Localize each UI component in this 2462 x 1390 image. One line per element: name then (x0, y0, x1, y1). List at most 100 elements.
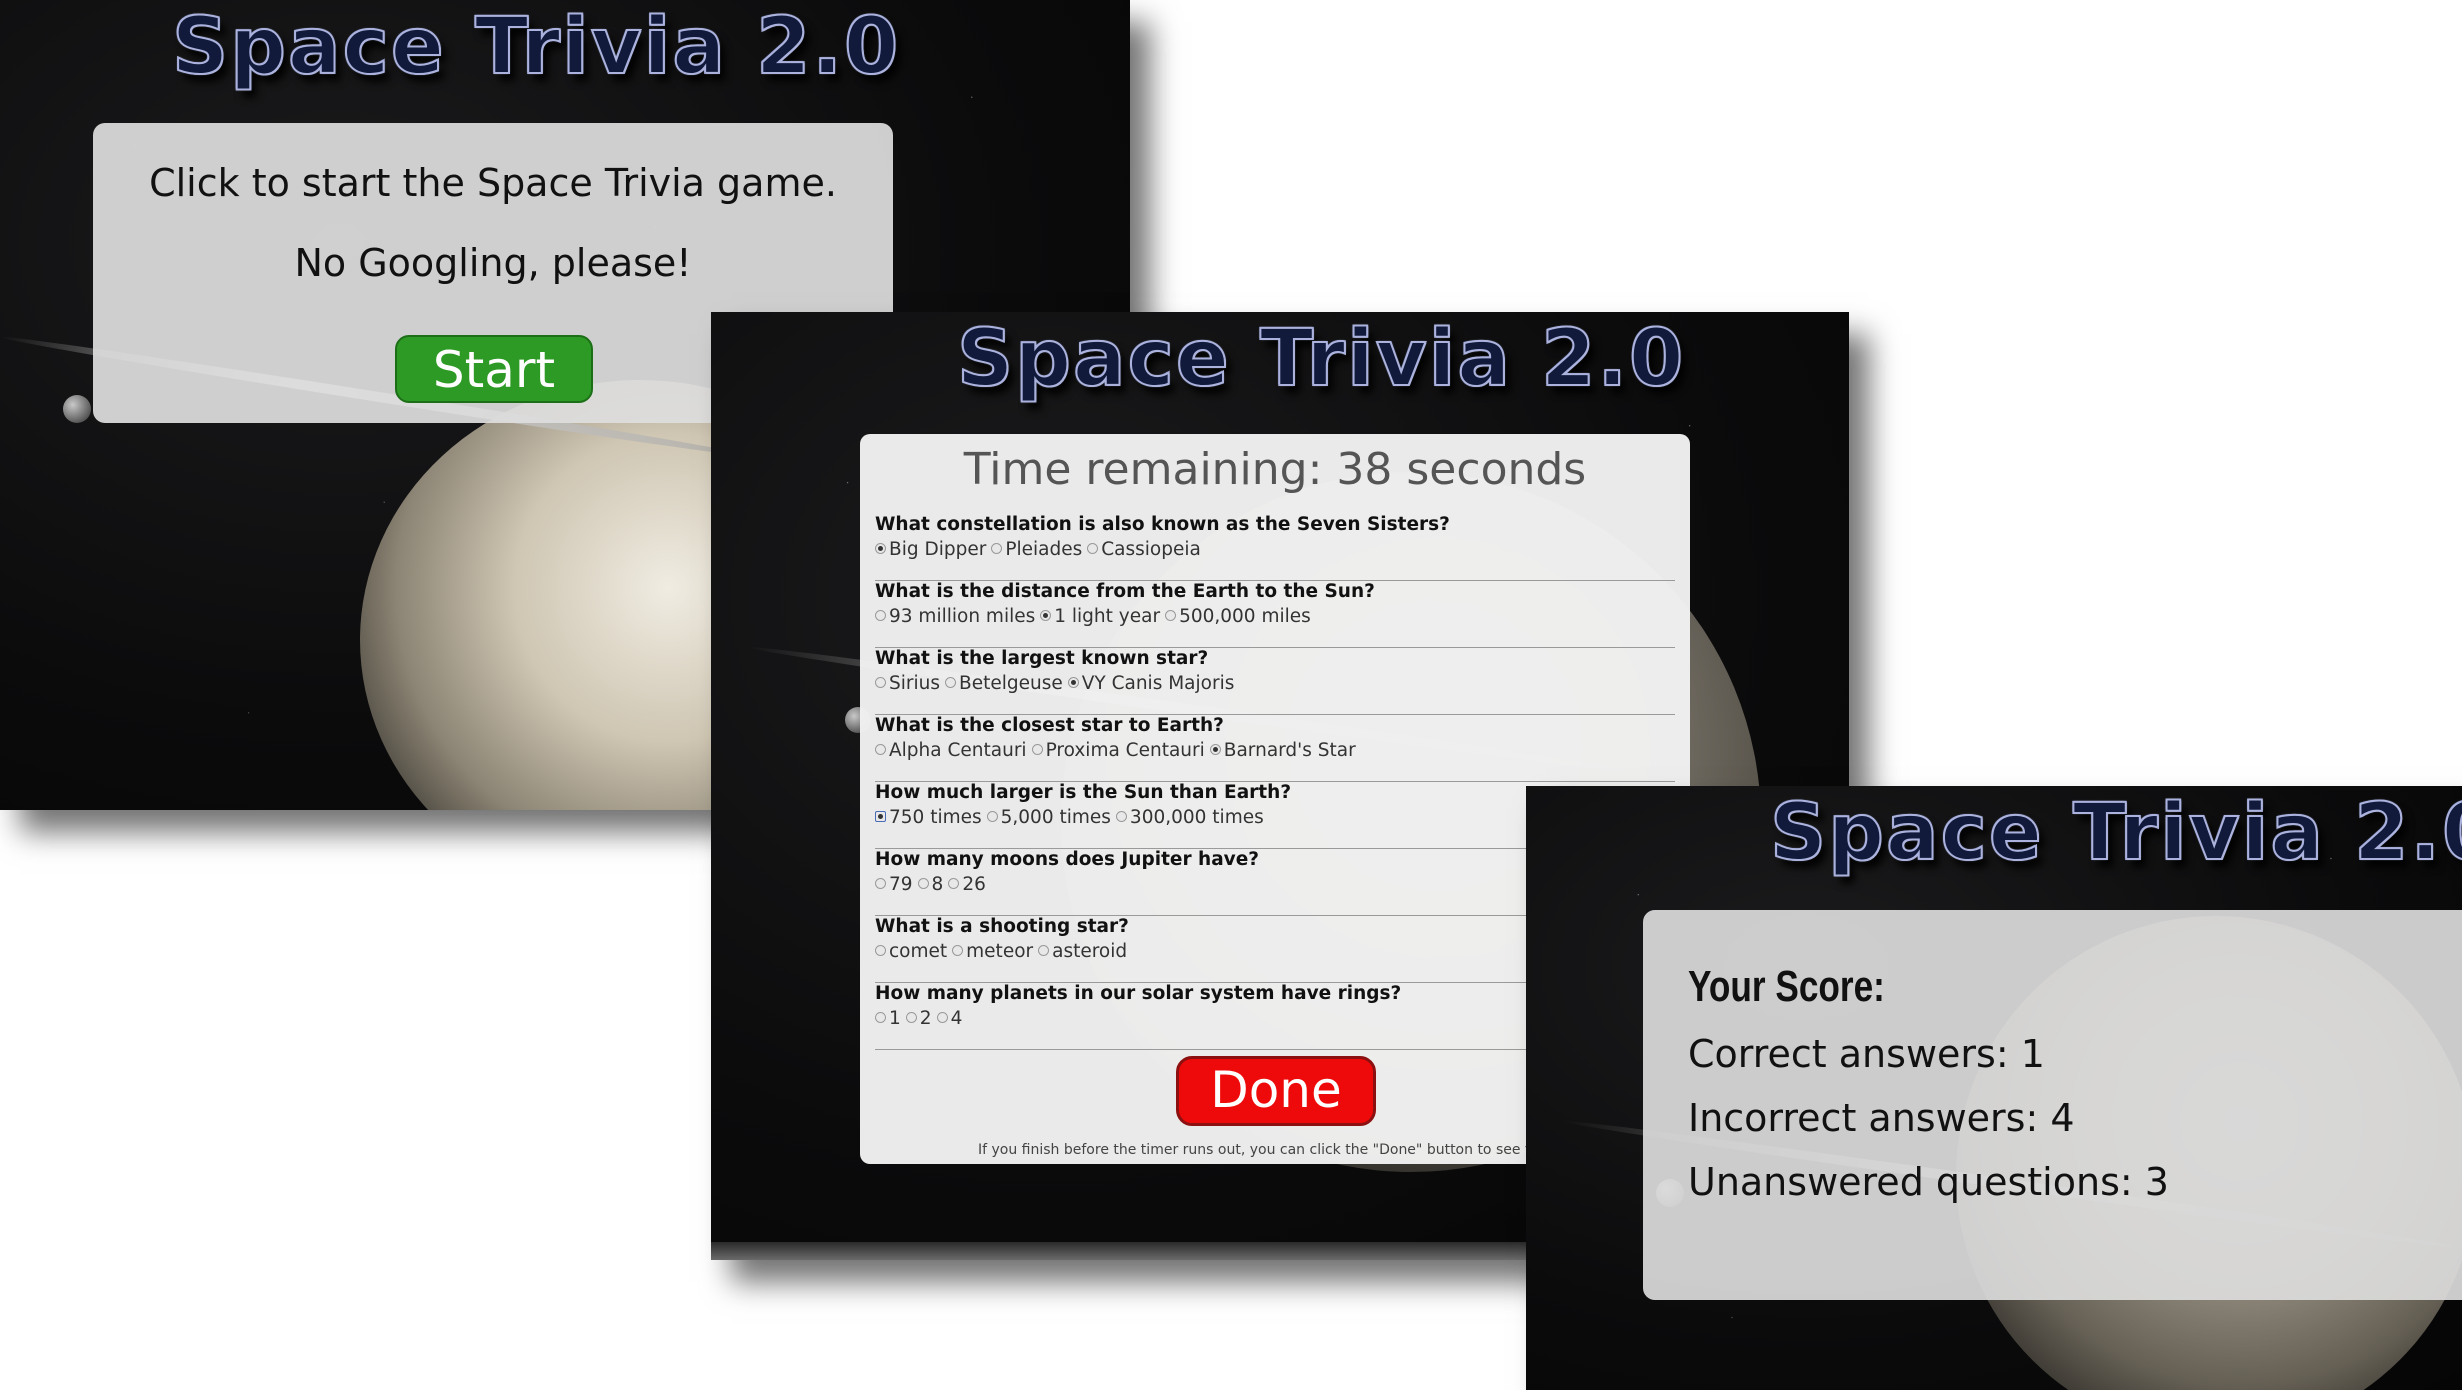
radio-button[interactable] (875, 609, 886, 621)
radio-button[interactable] (875, 1011, 886, 1023)
done-button[interactable]: Done (1176, 1056, 1376, 1126)
score-title: Your Score: (1688, 962, 1885, 1011)
radio-button[interactable] (875, 743, 886, 755)
answer-label: Barnard's Star (1223, 740, 1356, 761)
radio-button[interactable] (1040, 609, 1052, 621)
correct-count: Correct answers: 1 (1688, 1032, 2045, 1076)
answer-label: 750 times (889, 807, 982, 828)
radio-button[interactable] (875, 877, 886, 889)
answer-option[interactable]: 300,000 times (1115, 807, 1264, 828)
radio-button[interactable] (875, 542, 886, 554)
answer-label: 500,000 miles (1179, 606, 1311, 627)
answer-options: Alpha Centauri Proxima Centauri Barnard's … (875, 740, 1675, 761)
answer-option[interactable]: 500,000 miles (1165, 606, 1311, 627)
radio-button[interactable] (991, 542, 1003, 554)
radio-button[interactable] (875, 676, 886, 688)
answer-option[interactable]: 1 (875, 1008, 901, 1029)
incorrect-count: Incorrect answers: 4 (1688, 1096, 2075, 1140)
radio-button[interactable] (1067, 676, 1079, 688)
radio-button[interactable] (936, 1011, 948, 1023)
radio-button[interactable] (875, 944, 886, 956)
start-button[interactable]: Start (395, 335, 593, 403)
answer-label: comet (889, 941, 948, 962)
answer-label: 300,000 times (1129, 807, 1264, 828)
radio-button[interactable] (948, 877, 960, 889)
radio-button[interactable] (905, 1011, 917, 1023)
answer-label: Big Dipper (889, 539, 987, 560)
game-logo: Space Trivia 2.0 (956, 313, 1686, 405)
answer-label: 26 (962, 874, 986, 895)
answer-option[interactable]: asteroid (1038, 941, 1127, 962)
radio-button[interactable] (1115, 810, 1127, 822)
answer-option[interactable]: 2 (905, 1008, 932, 1029)
answer-label: Betelgeuse (959, 673, 1063, 694)
answer-label: Pleiades (1005, 539, 1083, 560)
radio-button[interactable] (875, 810, 886, 822)
radio-button[interactable] (952, 944, 964, 956)
answer-option[interactable]: 79 (875, 874, 913, 895)
question-item: What is the largest known star? Sirius Bet… (875, 648, 1675, 715)
answer-options: 93 million miles 1 light year 500,000 mile… (875, 606, 1675, 627)
radio-button[interactable] (1087, 542, 1099, 554)
unanswered-count: Unanswered questions: 3 (1688, 1160, 2169, 1204)
answer-option[interactable]: 8 (917, 874, 944, 895)
question-text: What is the closest star to Earth? (875, 715, 1224, 736)
answer-option[interactable]: 93 million miles (875, 606, 1035, 627)
answer-label: Sirius (889, 673, 940, 694)
hint-text: If you finish before the timer runs out,… (978, 1142, 1557, 1158)
question-text: What constellation is also known as the … (875, 514, 1450, 535)
timer-text: Time remaining: 38 seconds (963, 444, 1587, 495)
answer-option[interactable]: Betelgeuse (945, 673, 1063, 694)
answer-option[interactable]: comet (875, 941, 947, 962)
radio-button[interactable] (917, 877, 929, 889)
answer-label: Alpha Centauri (889, 740, 1027, 761)
answer-option[interactable]: 4 (936, 1008, 963, 1029)
moon (63, 395, 91, 423)
radio-button[interactable] (1031, 743, 1043, 755)
question-item: What constellation is also known as the … (875, 514, 1675, 581)
game-logo: Space Trivia 2.0 (171, 1, 901, 93)
answer-label: asteroid (1052, 941, 1128, 962)
answer-option[interactable]: Barnard's Star (1209, 740, 1356, 761)
answer-option[interactable]: Pleiades (991, 539, 1082, 560)
answer-option[interactable]: 26 (948, 874, 986, 895)
answer-label: Proxima Centauri (1045, 740, 1205, 761)
answer-label: 2 (919, 1008, 932, 1029)
answer-label: 93 million miles (889, 606, 1036, 627)
radio-button[interactable] (1165, 609, 1177, 621)
radio-button[interactable] (945, 676, 956, 688)
answer-option[interactable]: Cassiopeia (1087, 539, 1201, 560)
game-logo: Space Trivia 2.0 (1769, 787, 2462, 879)
answer-label: 8 (931, 874, 944, 895)
score-screen: Space Trivia 2.0 Your Score: Correct ans… (1526, 786, 2462, 1390)
radio-button[interactable] (986, 810, 998, 822)
answer-label: Cassiopeia (1101, 539, 1201, 560)
question-text: What is the distance from the Earth to t… (875, 581, 1375, 602)
answer-option[interactable]: 5,000 times (986, 807, 1111, 828)
warning-text: No Googling, please! (294, 241, 692, 285)
answer-option[interactable]: 1 light year (1040, 606, 1160, 627)
answer-label: 1 light year (1054, 606, 1161, 627)
answer-option[interactable]: 750 times (875, 807, 982, 828)
answer-options: Sirius Betelgeuse VY Canis Majoris (875, 673, 1675, 694)
answer-label: meteor (966, 941, 1034, 962)
question-text: What is the largest known star? (875, 648, 1209, 669)
answer-label: 1 (889, 1008, 901, 1029)
answer-label: 79 (889, 874, 913, 895)
answer-label: 4 (950, 1008, 963, 1029)
score-panel: Your Score: Correct answers: 1 Incorrect… (1643, 910, 2462, 1300)
answer-option[interactable]: Big Dipper (875, 539, 986, 560)
answer-options: Big Dipper Pleiades Cassiopeia (875, 539, 1675, 560)
question-item: What is the distance from the Earth to t… (875, 581, 1675, 648)
answer-label: VY Canis Majoris (1081, 673, 1235, 694)
answer-option[interactable]: Sirius (875, 673, 940, 694)
question-item: What is the closest star to Earth? Alpha … (875, 715, 1675, 782)
answer-option[interactable]: VY Canis Majoris (1067, 673, 1235, 694)
intro-text: Click to start the Space Trivia game. (149, 161, 837, 205)
answer-option[interactable]: meteor (952, 941, 1033, 962)
radio-button[interactable] (1038, 944, 1050, 956)
answer-label: 5,000 times (1000, 807, 1111, 828)
radio-button[interactable] (1209, 743, 1221, 755)
answer-option[interactable]: Proxima Centauri (1031, 740, 1205, 761)
answer-option[interactable]: Alpha Centauri (875, 740, 1027, 761)
